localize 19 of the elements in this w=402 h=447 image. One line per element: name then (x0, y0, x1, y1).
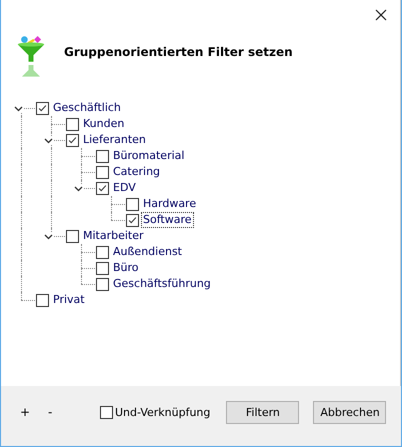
checkbox-label[interactable]: Und-Verknüpfung (115, 406, 210, 418)
tree-item[interactable]: Software (141, 212, 194, 228)
tree-item[interactable]: Hardware (141, 196, 198, 212)
tree-item[interactable]: Büromaterial (111, 148, 186, 164)
tree-item[interactable]: Außendienst (111, 244, 184, 260)
tree-item[interactable]: Büro (111, 260, 141, 276)
tree-item[interactable]: Geschäftsführung (111, 276, 213, 292)
tree-item[interactable]: Geschäftlich (51, 100, 123, 116)
tree-item[interactable]: Kunden (81, 116, 126, 132)
dialog-title: Gruppenorientierten Filter setzen (64, 45, 293, 59)
tree-item[interactable]: Lieferanten (81, 132, 148, 148)
tree-item[interactable]: EDV (111, 180, 138, 196)
add-button[interactable]: + (20, 405, 28, 419)
tree-item[interactable]: Mitarbeiter (81, 228, 146, 244)
remove-button[interactable]: - (48, 405, 56, 419)
tree-item[interactable]: Catering (111, 164, 162, 180)
dialog-button[interactable]: Abbrechen (313, 400, 386, 424)
tree-item[interactable]: Privat (51, 292, 87, 308)
dialog-button[interactable]: Filtern (226, 400, 300, 424)
